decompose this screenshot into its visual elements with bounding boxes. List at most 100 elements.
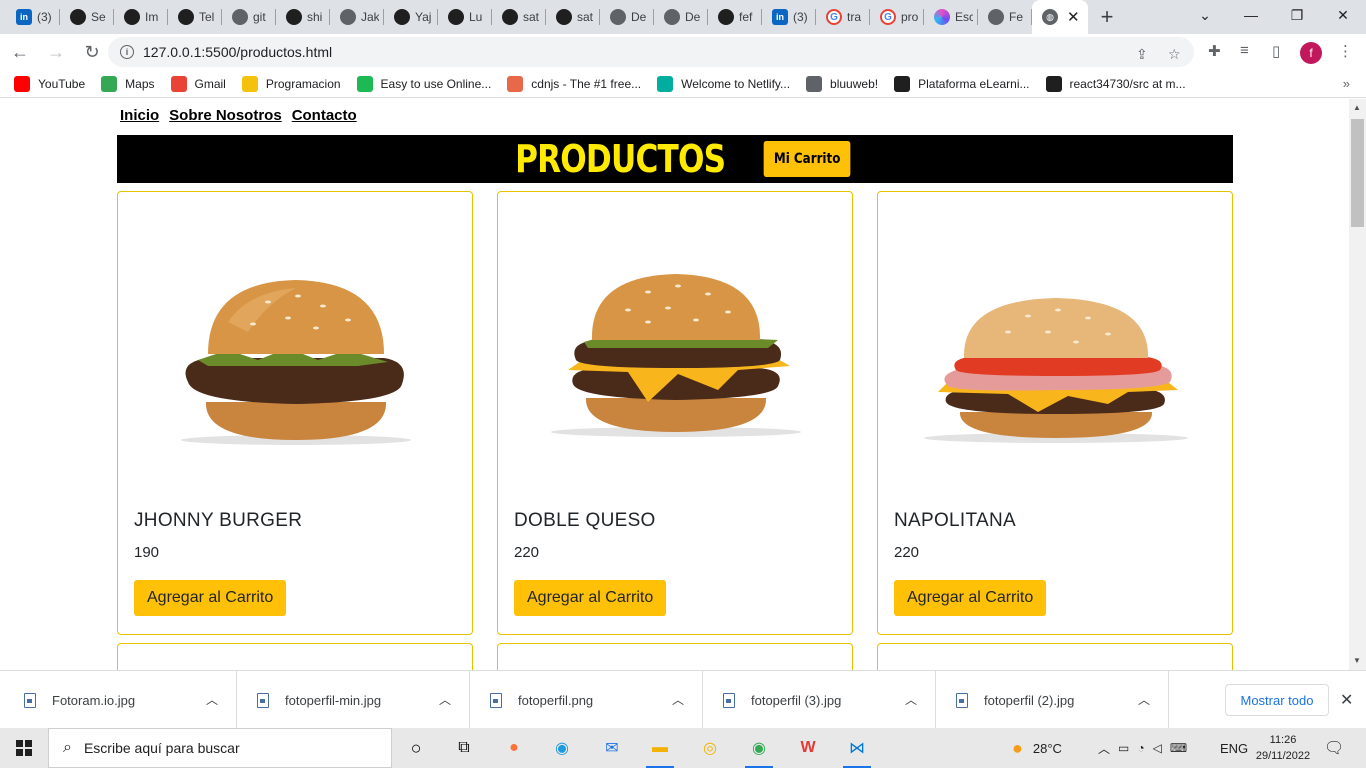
bookmark-item[interactable]: react34730/src at m... [1045,75,1186,92]
chevron-up-icon[interactable]: ︿ [206,691,218,708]
windows-start-icon[interactable] [16,740,32,756]
firefox-icon[interactable]: ● [500,734,528,762]
download-item[interactable]: fotoperfil-min.jpg ︿ [237,671,470,729]
notifications-icon[interactable]: 🗨 [1324,728,1344,768]
profile-avatar[interactable]: f [1300,42,1322,64]
more-bookmarks-icon[interactable]: » [1343,76,1350,91]
clock[interactable]: 11:26 29/11/2022 [1248,732,1318,764]
language-indicator[interactable]: ENG [1220,728,1248,768]
tab[interactable]: Lu [438,0,492,34]
chevron-up-icon[interactable]: ︿ [1138,691,1150,708]
clock-time: 11:26 [1269,734,1297,746]
bookmark-item[interactable]: Maps [101,75,155,92]
bookmark-item[interactable]: Welcome to Netlify... [657,75,790,92]
bookmark-item[interactable]: Gmail [170,75,226,92]
address-bar[interactable]: i 127.0.0.1:5500/productos.html ⇪ ☆ [108,37,1194,67]
tab-label: git [253,10,266,24]
globe-icon [988,9,1004,25]
back-button[interactable]: ← [4,36,36,68]
tab[interactable]: in (3) [762,0,816,34]
add-to-cart-button[interactable]: Agregar al Carrito [514,580,667,616]
close-downloads-icon[interactable]: ✕ [1340,690,1353,710]
input-icon[interactable]: ⌨ [1170,741,1187,755]
bookmark-item[interactable]: Programacion [241,75,341,92]
close-window-button[interactable]: ✕ [1320,0,1366,30]
download-item[interactable]: fotoperfil.png ︿ [470,671,703,729]
mail-icon[interactable]: ✉ [598,734,626,762]
add-to-cart-button[interactable]: Agregar al Carrito [894,580,1047,616]
tab[interactable]: git [222,0,276,34]
volume-icon[interactable]: ◁ [1153,741,1162,755]
restore-button[interactable]: ❐ [1274,0,1320,30]
chevron-up-icon[interactable]: ︿ [1098,740,1110,757]
tab[interactable]: shi [276,0,330,34]
weather-widget[interactable]: ● 28°C [1012,728,1062,768]
file-explorer-icon[interactable]: ▬ [646,734,674,768]
tab[interactable]: sat [546,0,600,34]
tab-label: Esc [955,10,973,24]
side-panel-icon[interactable]: ▯ [1272,42,1280,60]
share-icon[interactable]: ⇪ [1136,46,1148,63]
tab[interactable]: Fe [978,0,1032,34]
tab[interactable]: Im [114,0,168,34]
tab[interactable]: sat [492,0,546,34]
scrollbar-thumb[interactable] [1351,119,1364,227]
forward-button[interactable]: → [40,36,72,68]
wifi-icon[interactable]: ◔ [1137,741,1144,755]
scroll-down-icon[interactable]: ▼ [1353,656,1361,665]
wps-office-icon[interactable]: W [794,734,822,762]
reload-button[interactable]: ↻ [76,36,108,68]
tab[interactable]: Gtra [816,0,870,34]
tab[interactable]: De [600,0,654,34]
cart-button[interactable]: Mi Carrito [763,141,851,177]
minimize-button[interactable]: — [1228,0,1274,30]
browser-toolbar: ← → ↻ i 127.0.0.1:5500/productos.html ⇪ … [0,34,1366,70]
bookmark-item[interactable]: bluuweb! [806,75,878,92]
tab[interactable]: Yaj [384,0,438,34]
chrome-icon[interactable]: ◉ [745,734,773,768]
vscode-icon[interactable]: ⋈ [843,734,871,768]
tab[interactable]: Se [60,0,114,34]
scroll-up-icon[interactable]: ▲ [1353,103,1361,112]
tab[interactable]: fef [708,0,762,34]
extensions-icon[interactable]: ✚ [1208,42,1221,60]
cortana-icon[interactable]: ○ [402,734,430,762]
bookmark-item[interactable]: Plataforma eLearni... [894,75,1030,92]
add-to-cart-button[interactable]: Agregar al Carrito [134,580,287,616]
bookmark-item[interactable]: cdnjs - The #1 free... [507,75,641,92]
page-scrollbar[interactable]: ▲ ▼ [1349,99,1366,670]
tab-active[interactable]: ◍ ✕ [1032,0,1088,34]
chevron-up-icon[interactable]: ︿ [439,691,451,708]
nav-link-sobre-nosotros[interactable]: Sobre Nosotros [169,107,282,124]
bookmark-star-icon[interactable]: ☆ [1168,46,1181,63]
new-tab-button[interactable]: + [1088,0,1126,34]
bookmark-item[interactable]: Easy to use Online... [356,75,491,92]
tab[interactable]: Esc [924,0,978,34]
show-all-downloads-button[interactable]: Mostrar todo [1225,684,1329,716]
brave-icon[interactable]: ◎ [696,734,724,762]
tab[interactable]: De [654,0,708,34]
tab-label: Se [91,10,106,24]
close-tab-icon[interactable]: ✕ [1067,8,1080,26]
bookmark-item[interactable]: YouTube [14,75,85,92]
chevron-up-icon[interactable]: ︿ [905,691,917,708]
taskbar-search[interactable]: ⌕ Escribe aquí para buscar [48,728,392,768]
battery-icon[interactable]: ▭ [1118,741,1129,755]
download-item[interactable]: fotoperfil (2).jpg ︿ [936,671,1169,729]
site-info-icon[interactable]: i [120,45,134,59]
edge-icon[interactable]: ◉ [548,734,576,762]
download-item[interactable]: fotoperfil (3).jpg ︿ [703,671,936,729]
tab[interactable]: Gpro [870,0,924,34]
download-item[interactable]: Fotoram.io.jpg ︿ [4,671,237,729]
tab[interactable]: in (3) [6,0,60,34]
menu-icon[interactable]: ⋮ [1338,42,1353,60]
tab[interactable]: Tel [168,0,222,34]
tab-search-icon[interactable]: ⌄ [1182,0,1228,30]
nav-link-contacto[interactable]: Contacto [292,107,357,124]
chevron-up-icon[interactable]: ︿ [672,691,684,708]
nav-link-inicio[interactable]: Inicio [120,107,159,124]
tab[interactable]: Jak [330,0,384,34]
task-view-icon[interactable]: ⧉ [450,734,478,762]
reading-list-icon[interactable]: ≡ [1240,42,1249,59]
linkedin-icon: in [16,9,32,25]
